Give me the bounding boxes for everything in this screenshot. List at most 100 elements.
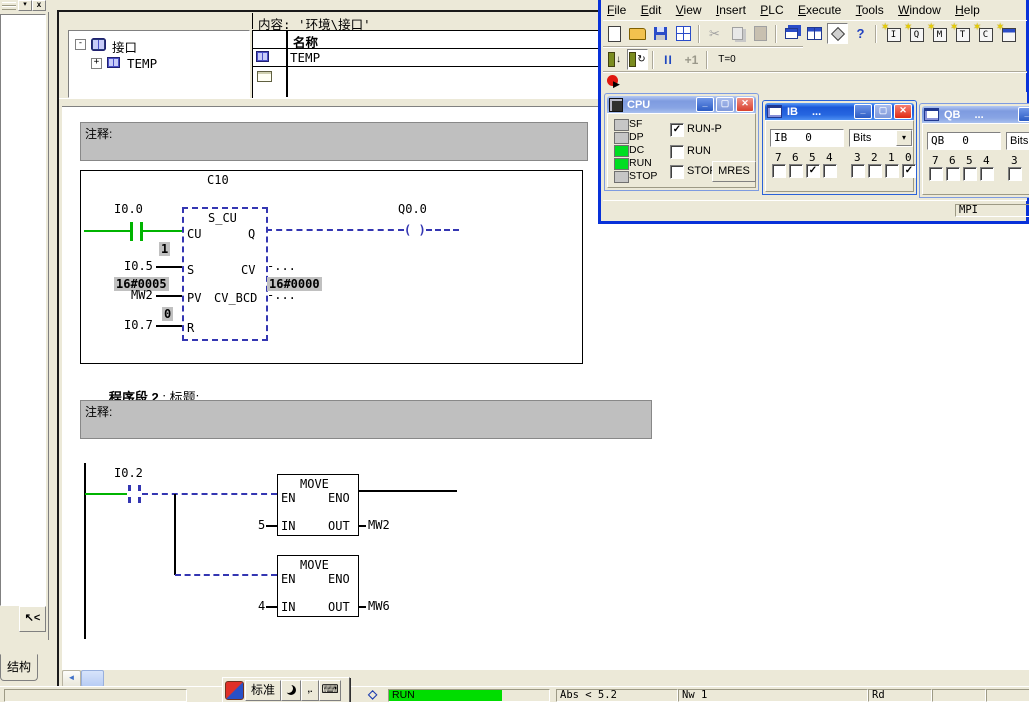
operand-i07[interactable]: I0.7	[124, 319, 153, 332]
menu-window[interactable]: Window	[898, 3, 941, 17]
cpu-runp-checkbox[interactable]: ✓	[670, 123, 684, 137]
ime-softkeyboard-button[interactable]: ⌨	[319, 680, 341, 701]
ime-punctuation-button[interactable]: ,.	[301, 680, 319, 701]
contact-i02-bar[interactable]	[128, 485, 131, 503]
ib-bit2-checkbox[interactable]	[868, 164, 882, 178]
ib-bit5-checkbox[interactable]: ✓	[806, 164, 820, 178]
tile-windows-button[interactable]	[804, 23, 825, 44]
network2-comment[interactable]: 注释:	[80, 400, 652, 439]
move2-block[interactable]: MOVE EN ENO IN OUT	[277, 555, 359, 617]
tree-expand-box[interactable]: +	[91, 58, 102, 69]
insert-memory-variable-button[interactable]: ✶M	[927, 23, 948, 44]
operand-i05[interactable]: I0.5	[124, 260, 153, 273]
menu-view[interactable]: View	[676, 3, 702, 17]
qb-format-combobox[interactable]: Bits	[1006, 132, 1029, 150]
tree-item-temp[interactable]: TEMP	[127, 56, 157, 71]
ib-close-button[interactable]: ✕	[894, 104, 912, 119]
contact-i02-bar[interactable]	[138, 485, 141, 503]
menu-plc[interactable]: PLC	[760, 3, 783, 17]
ib-bit4-checkbox[interactable]	[823, 164, 837, 178]
ib-format-dropdown-button[interactable]: ▾	[896, 130, 912, 146]
ime-fullhalf-moon-icon[interactable]	[281, 680, 301, 701]
overview-list[interactable]	[0, 14, 46, 606]
ib-address-field[interactable]: IB0	[770, 129, 844, 147]
move1-in-value[interactable]: 5	[258, 519, 265, 532]
structure-tab[interactable]: 结构	[0, 654, 38, 681]
ib-bit0-checkbox[interactable]: ✓	[902, 164, 916, 178]
menu-edit[interactable]: Edit	[641, 3, 662, 17]
step-plus1-button[interactable]: +1	[681, 49, 702, 70]
context-help-button[interactable]: ?	[850, 23, 871, 44]
toolbar-dropdown-button[interactable]: ▾	[18, 0, 32, 11]
ime-logo-icon[interactable]	[225, 681, 244, 700]
menu-insert[interactable]: Insert	[716, 3, 746, 17]
cpu-run-checkbox[interactable]	[670, 145, 684, 159]
ime-mode-button[interactable]: 标准	[245, 680, 281, 701]
ib-minimize-button[interactable]: _	[854, 104, 872, 119]
menu-file[interactable]: File	[607, 3, 626, 17]
counter-block[interactable]: S_CU CU Q S CV PV CV_BCD R	[182, 207, 268, 341]
scroll-thumb[interactable]	[81, 670, 104, 687]
sim-options-button[interactable]	[673, 23, 694, 44]
contact-i00-label[interactable]: I0.0	[114, 203, 143, 216]
move2-out-operand[interactable]: MW6	[368, 600, 390, 613]
network1-comment[interactable]: 注释:	[80, 122, 588, 161]
ib-bit6-checkbox[interactable]	[789, 164, 803, 178]
toolbar-close-button[interactable]: x	[32, 0, 46, 11]
reset-timers-button[interactable]: T=0	[712, 49, 742, 70]
ib-maximize-button[interactable]: ▢	[874, 104, 892, 119]
network3-title[interactable]: 程序段 3 : 标题:	[80, 656, 199, 671]
qb-bit7-checkbox[interactable]	[929, 167, 943, 181]
cpu-close-button[interactable]: ✕	[736, 97, 754, 112]
qb-bit4-checkbox[interactable]	[980, 167, 994, 181]
coil-symbol[interactable]: ( )	[404, 224, 426, 237]
cascade-windows-button[interactable]	[781, 23, 802, 44]
output-cvbcd[interactable]: -...	[267, 289, 296, 302]
menu-tools[interactable]: Tools	[856, 3, 884, 17]
insert-output-variable-button[interactable]: ✶Q	[904, 23, 925, 44]
qb-minimize-button[interactable]: _	[1018, 107, 1029, 122]
menu-help[interactable]: Help	[955, 3, 980, 17]
cpu-maximize-button[interactable]: ▢	[716, 97, 734, 112]
cpu-mres-button[interactable]: MRES	[712, 161, 756, 182]
operand-mw2[interactable]: MW2	[131, 289, 153, 302]
qb-bit6-checkbox[interactable]	[946, 167, 960, 181]
insert-counter-variable-button[interactable]: ✶C	[973, 23, 994, 44]
pause-button[interactable]: II	[658, 49, 679, 70]
copy-button[interactable]	[727, 23, 748, 44]
tree-item-interface[interactable]: 接口	[112, 37, 137, 56]
insert-generic-variable-button[interactable]: ✶	[996, 23, 1017, 44]
qb-bit3-checkbox[interactable]	[1008, 167, 1022, 181]
contact-i00-bar[interactable]	[130, 222, 133, 241]
open-file-button[interactable]	[627, 23, 648, 44]
coil-q00-label[interactable]: Q0.0	[398, 203, 427, 216]
ib-bit3-checkbox[interactable]	[851, 164, 865, 178]
cpu-stop-checkbox[interactable]	[670, 165, 684, 179]
move2-in-value[interactable]: 4	[258, 600, 265, 613]
cpu-titlebar[interactable]: CPU _ ▢ ✕	[607, 96, 756, 113]
menu-execute[interactable]: Execute	[798, 3, 841, 17]
move1-block[interactable]: MOVE EN ENO IN OUT	[277, 474, 359, 536]
ib-bit7-checkbox[interactable]	[772, 164, 786, 178]
always-on-top-pin-button[interactable]	[827, 23, 848, 44]
insert-input-variable-button[interactable]: ✶I	[881, 23, 902, 44]
new-file-button[interactable]	[604, 23, 625, 44]
save-button[interactable]	[650, 23, 671, 44]
cut-button[interactable]: ✂	[704, 23, 725, 44]
qb-address-field[interactable]: QB0	[927, 132, 1001, 150]
counter-name[interactable]: C10	[207, 174, 229, 187]
ib-bit1-checkbox[interactable]	[885, 164, 899, 178]
single-scan-button[interactable]: ↓	[604, 49, 625, 70]
qb-titlebar[interactable]: QB ... _ ▢	[922, 106, 1029, 123]
continuous-scan-button[interactable]: ↻	[627, 49, 648, 70]
contact-i02-label[interactable]: I0.2	[114, 467, 143, 480]
jump-back-button[interactable]: ↖<	[19, 606, 46, 632]
cpu-minimize-button[interactable]: _	[696, 97, 714, 112]
tree-collapse-box[interactable]: -	[75, 39, 86, 50]
ib-titlebar[interactable]: IB ... _ ▢ ✕	[765, 103, 914, 120]
output-cv[interactable]: -...	[267, 260, 296, 273]
move1-out-operand[interactable]: MW2	[368, 519, 390, 532]
ib-format-combobox[interactable]: Bits ▾	[849, 129, 913, 147]
record-playback-button[interactable]: ▶	[604, 72, 625, 93]
qb-bit5-checkbox[interactable]	[963, 167, 977, 181]
